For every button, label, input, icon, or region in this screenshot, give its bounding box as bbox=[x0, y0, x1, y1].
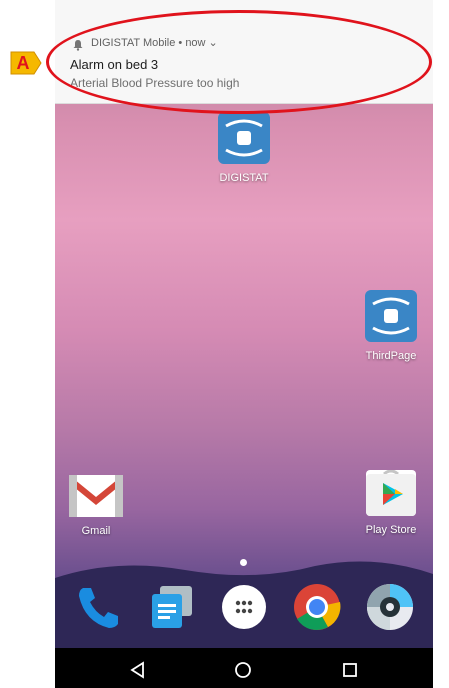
back-icon[interactable] bbox=[128, 660, 148, 680]
gmail-icon bbox=[69, 475, 123, 517]
app-label-digistat: DIGISTAT bbox=[219, 172, 269, 184]
home-icon[interactable] bbox=[233, 660, 253, 680]
annotation-ellipse bbox=[46, 10, 432, 114]
thirdpage-icon bbox=[365, 290, 417, 342]
play-store-icon bbox=[366, 469, 416, 516]
messages-icon[interactable] bbox=[146, 582, 196, 632]
app-label-thirdpage: ThirdPage bbox=[365, 350, 417, 362]
page-indicator bbox=[240, 559, 247, 566]
chrome-icon[interactable] bbox=[292, 582, 342, 632]
annotation-badge: A bbox=[10, 51, 42, 75]
digistat-icon bbox=[218, 112, 270, 164]
app-playstore[interactable]: Play Store bbox=[346, 469, 433, 536]
dock bbox=[55, 582, 433, 638]
app-digistat[interactable]: DIGISTAT bbox=[199, 112, 289, 184]
camera-icon[interactable] bbox=[365, 582, 415, 632]
recents-icon[interactable] bbox=[340, 660, 360, 680]
annotation-badge-letter: A bbox=[17, 53, 30, 73]
app-thirdpage[interactable]: ThirdPage bbox=[346, 290, 433, 362]
app-drawer-icon[interactable] bbox=[219, 582, 269, 632]
phone-icon[interactable] bbox=[73, 582, 123, 632]
app-label-gmail: Gmail bbox=[81, 525, 111, 537]
screenshot-root: DIGISTAT Mobile • now ⌄ Alarm on bed 3 A… bbox=[0, 0, 449, 688]
navigation-bar bbox=[55, 648, 433, 688]
app-gmail[interactable]: Gmail bbox=[55, 470, 141, 537]
app-label-playstore: Play Store bbox=[365, 524, 417, 536]
